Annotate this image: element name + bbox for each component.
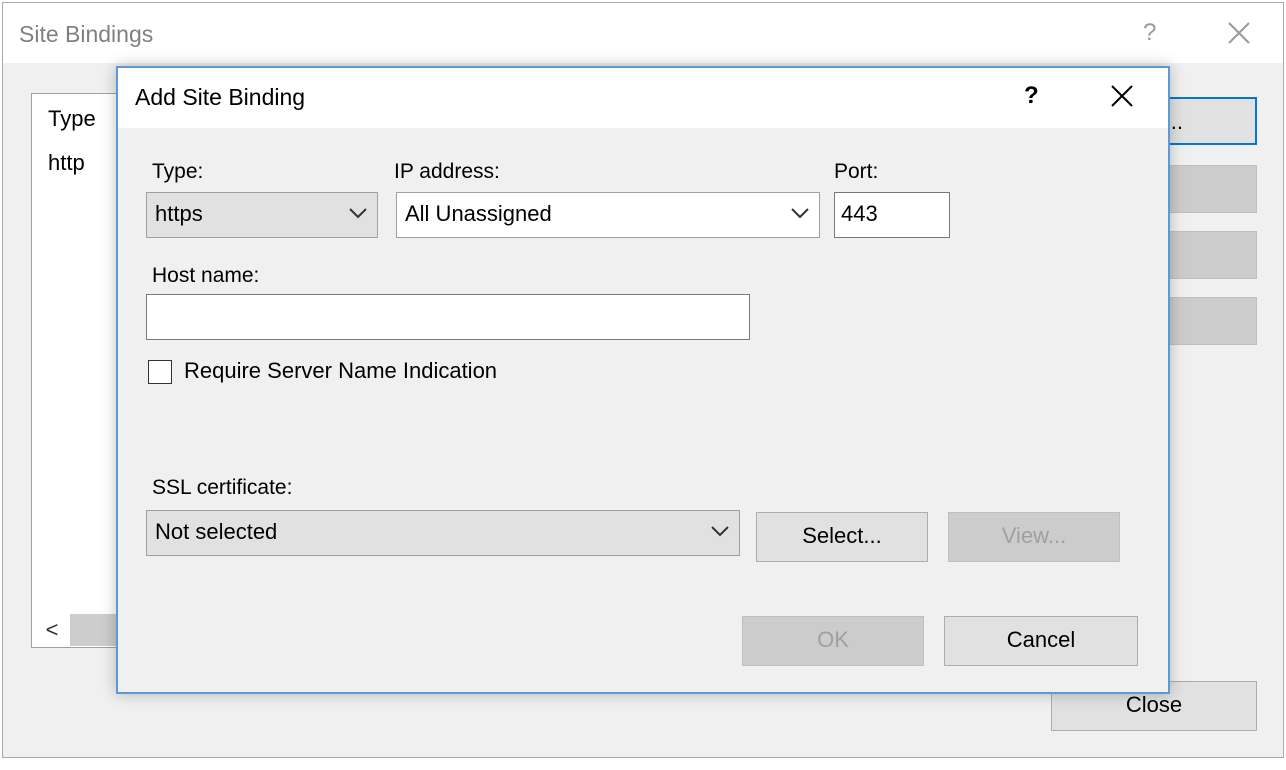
ip-address-dropdown[interactable]: All Unassigned xyxy=(396,192,820,238)
select-certificate-button[interactable]: Select... xyxy=(756,512,928,562)
parent-title-bar xyxy=(3,3,1283,63)
sni-checkbox[interactable] xyxy=(148,360,172,384)
parent-help-button[interactable]: ? xyxy=(1143,19,1156,47)
view-certificate-button[interactable]: View... xyxy=(948,512,1120,562)
parent-window-title: Site Bindings xyxy=(19,21,154,47)
ssl-certificate-dropdown[interactable]: Not selected xyxy=(146,510,740,556)
dialog-title: Add Site Binding xyxy=(135,84,306,110)
ssl-certificate-value: Not selected xyxy=(155,519,278,544)
dialog-help-button[interactable]: ? xyxy=(1024,82,1039,110)
ip-address-label: IP address: xyxy=(394,160,500,183)
chevron-down-icon xyxy=(791,208,809,219)
list-column-type[interactable]: Type xyxy=(48,106,96,132)
host-name-label: Host name: xyxy=(152,264,260,287)
type-value: https xyxy=(155,201,203,226)
port-field[interactable]: 443 xyxy=(834,192,950,238)
ok-button[interactable]: OK xyxy=(742,616,924,666)
parent-close-icon[interactable] xyxy=(1225,19,1253,47)
type-label: Type: xyxy=(152,160,204,183)
chevron-down-icon xyxy=(711,526,729,537)
host-name-field[interactable] xyxy=(146,294,750,340)
sni-checkbox-label[interactable]: Require Server Name Indication xyxy=(184,358,497,384)
list-item[interactable]: http xyxy=(48,150,85,176)
ip-address-value: All Unassigned xyxy=(405,201,552,226)
cancel-button[interactable]: Cancel xyxy=(944,616,1138,666)
port-label: Port: xyxy=(834,160,879,183)
add-site-binding-dialog: Add Site Binding ? Type: https IP addres… xyxy=(116,66,1170,694)
dialog-close-icon[interactable] xyxy=(1108,82,1136,110)
chevron-down-icon xyxy=(349,208,367,219)
scroll-left-button[interactable]: < xyxy=(34,614,70,646)
ssl-certificate-label: SSL certificate: xyxy=(152,476,293,499)
type-dropdown[interactable]: https xyxy=(146,192,378,238)
